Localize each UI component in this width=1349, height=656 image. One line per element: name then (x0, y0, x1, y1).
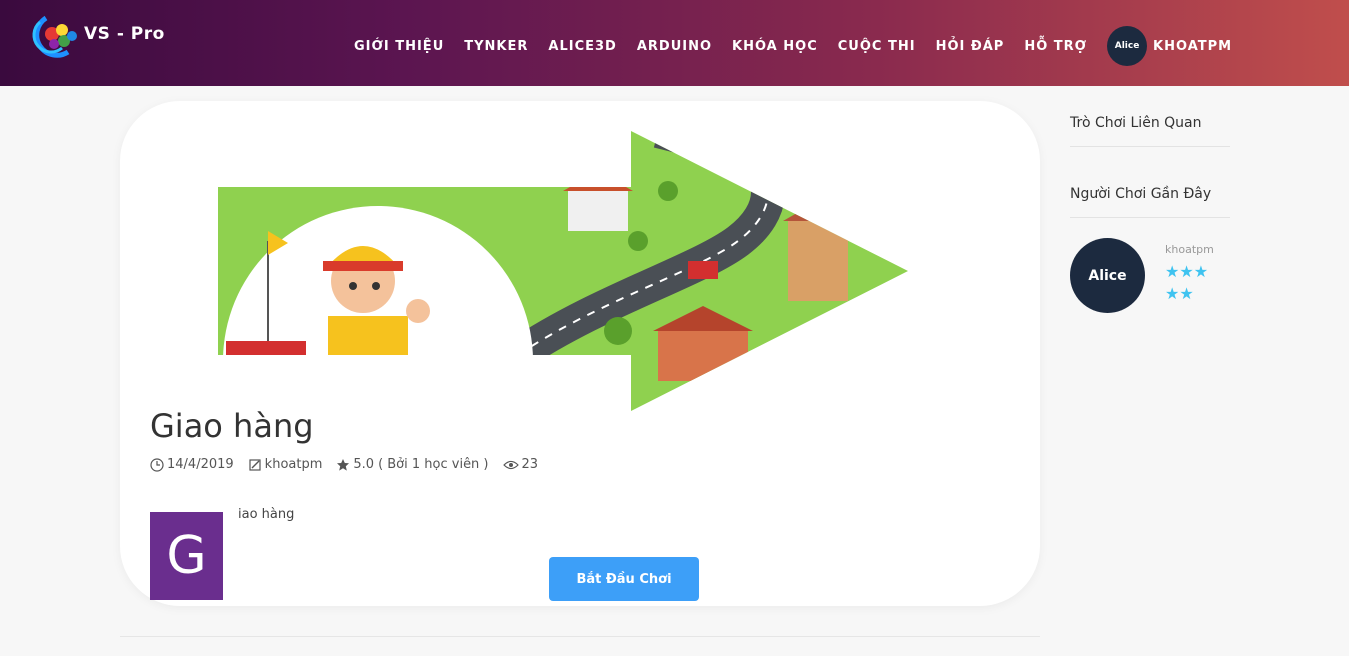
logo-text: VS - Pro (84, 24, 165, 44)
game-meta: 14/4/2019 khoatpm 5.0 ( Bởi 1 học viên )… (150, 457, 552, 472)
game-title: Giao hàng (150, 407, 314, 445)
player-rating-stars: ★★★ ★★ (1165, 261, 1221, 305)
star-icon: ★ (1165, 284, 1180, 303)
star-icon (337, 458, 350, 471)
views-count: 23 (521, 457, 539, 472)
game-banner-image (218, 131, 908, 411)
user-name[interactable]: KHOATPM (1153, 39, 1232, 54)
logo-icon (32, 15, 77, 58)
meta-author[interactable]: khoatpm (248, 457, 323, 472)
star-icon: ★ (1179, 262, 1194, 281)
rating-value: 5.0 (353, 457, 375, 472)
player-name[interactable]: khoatpm (1165, 243, 1214, 256)
start-play-button[interactable]: Bắt Đầu Chơi (549, 557, 699, 601)
author-text[interactable]: khoatpm (265, 457, 323, 472)
nav-gioi-thieu[interactable]: GIỚI THIỆU (354, 39, 444, 54)
sidebar-divider (1070, 217, 1230, 218)
nav-arduino[interactable]: ARDUINO (637, 39, 712, 54)
rating-note: ( Bởi 1 học viên ) (378, 457, 489, 472)
star-icon: ★ (1165, 262, 1180, 281)
user-menu[interactable]: Alice KHOATPM (1107, 26, 1242, 66)
nav-tynker[interactable]: TYNKER (464, 39, 528, 54)
nav-alice3d[interactable]: ALICE3D (548, 39, 616, 54)
sidebar-divider (1070, 146, 1230, 147)
content-divider (120, 636, 1040, 637)
nav-cuoc-thi[interactable]: CUỘC THI (838, 39, 916, 54)
edit-icon (249, 458, 261, 471)
meta-rating: 5.0 ( Bởi 1 học viên ) (336, 457, 489, 472)
game-card: Giao hàng 14/4/2019 khoatpm 5.0 ( Bởi 1 … (120, 101, 1040, 606)
game-description: iao hàng (238, 507, 295, 522)
avatar-label: Alice (1114, 41, 1140, 51)
thumbnail-letter: G (166, 526, 207, 586)
player-avatar[interactable]: Alice (1070, 238, 1145, 313)
related-games-title: Trò Chơi Liên Quan (1070, 115, 1202, 131)
star-icon: ★ (1179, 284, 1194, 303)
nav-hoi-dap[interactable]: HỎI ĐÁP (936, 39, 1005, 54)
game-thumbnail: G (150, 512, 223, 600)
date-text: 14/4/2019 (167, 457, 234, 472)
clock-icon (150, 457, 164, 472)
recent-players-title: Người Chơi Gần Đây (1070, 186, 1212, 202)
top-navbar: VS - Pro GIỚI THIỆU TYNKER ALICE3D ARDUI… (0, 0, 1349, 86)
star-icon: ★ (1193, 262, 1209, 281)
meta-date: 14/4/2019 (150, 457, 234, 472)
user-avatar[interactable]: Alice (1107, 26, 1148, 66)
meta-views: 23 (502, 457, 539, 472)
main-nav: GIỚI THIỆU TYNKER ALICE3D ARDUINO KHÓA H… (344, 26, 1242, 66)
nav-khoa-hoc[interactable]: KHÓA HỌC (732, 39, 818, 54)
nav-ho-tro[interactable]: HỖ TRỢ (1024, 39, 1087, 54)
eye-icon (502, 460, 519, 469)
player-avatar-label: Alice (1088, 267, 1127, 284)
